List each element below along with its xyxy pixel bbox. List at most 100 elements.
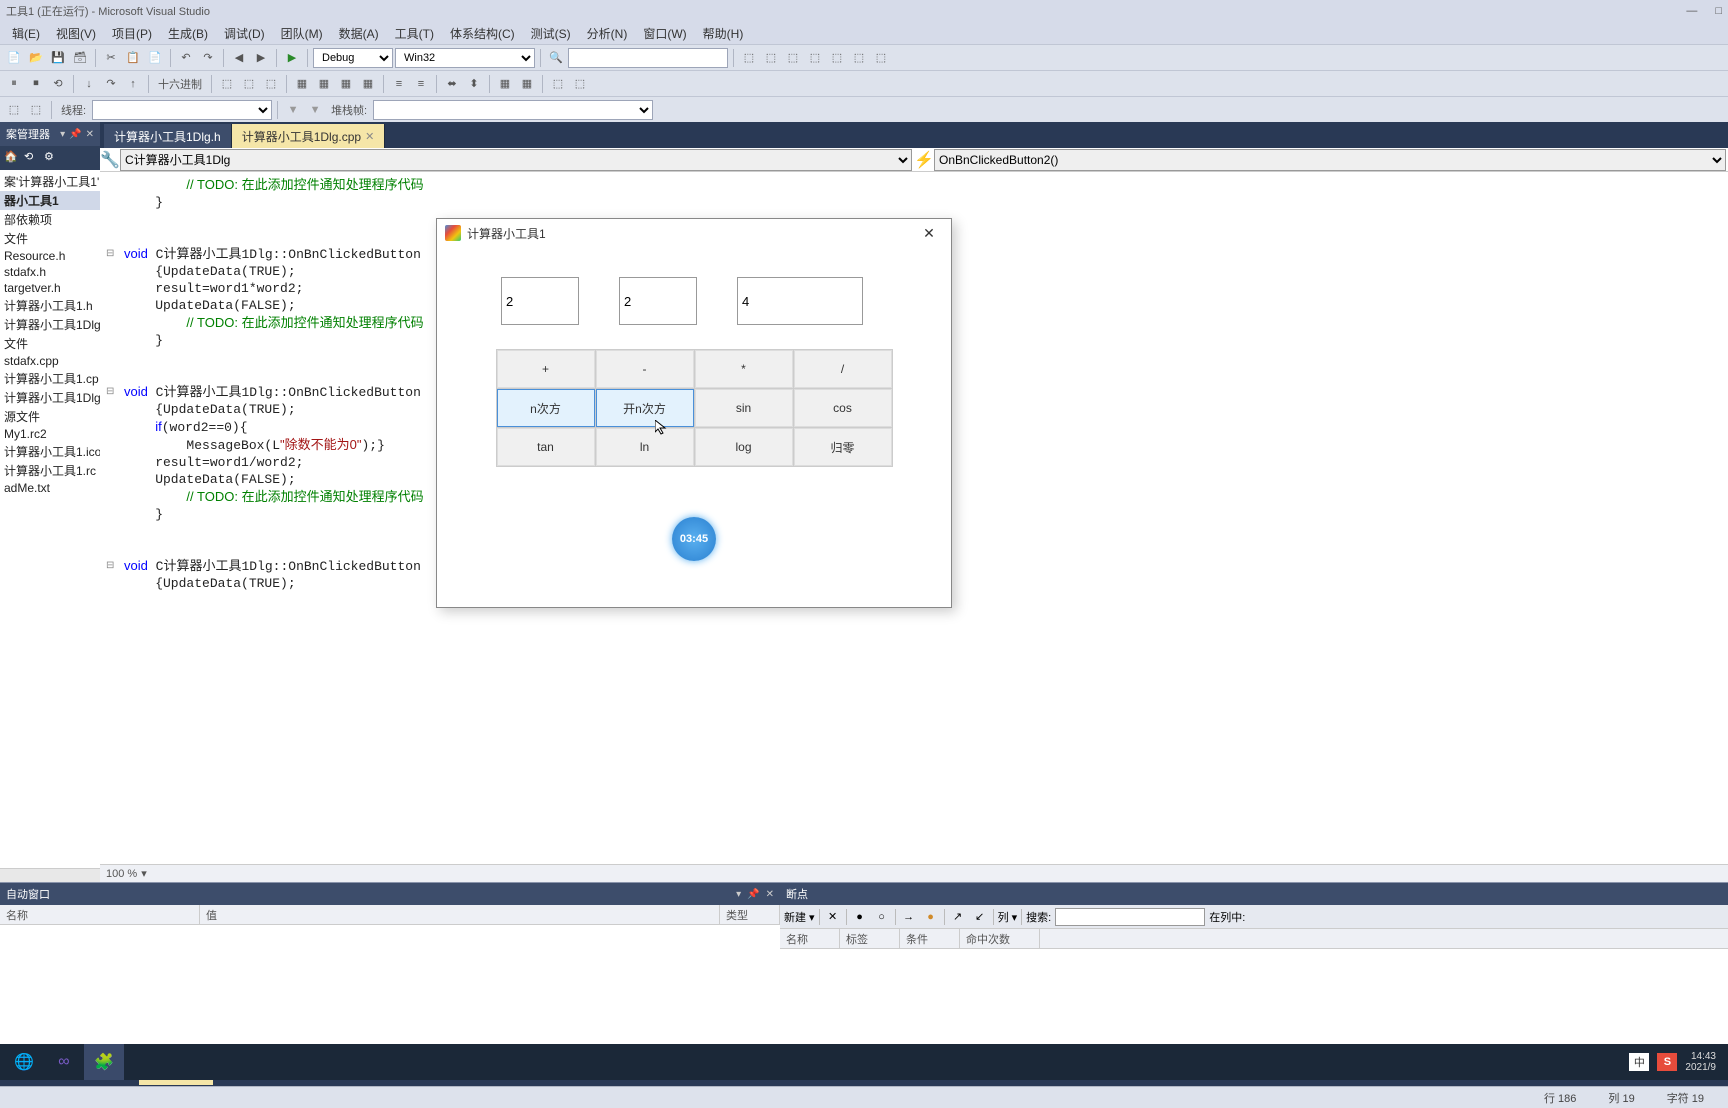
tree-item[interactable]: 源文件 (0, 407, 100, 426)
menu-item[interactable]: 数据(A) (331, 23, 387, 44)
bp-col-name[interactable]: 名称 (780, 929, 840, 948)
bp-disable-icon[interactable]: ○ (873, 908, 891, 926)
operand1-input[interactable] (501, 277, 579, 325)
tree-item[interactable]: 计算器小工具1.rc (0, 461, 100, 480)
props-icon[interactable]: ⚙ (44, 150, 60, 166)
zoom-level[interactable]: 100 % (106, 868, 137, 880)
bp-export-icon[interactable]: ↗ (949, 908, 967, 926)
tree-item[interactable]: 文件 (0, 229, 100, 248)
solution-tree[interactable]: 案'计算器小工具1'(器小工具1部依赖项文件Resource.hstdafx.h… (0, 170, 100, 868)
debug-pause-icon[interactable]: ⏸ (4, 74, 24, 94)
tree-item[interactable]: 计算器小工具1.cp (0, 369, 100, 388)
tab-icon-1[interactable]: ⬚ (548, 74, 568, 94)
layout-icon-4[interactable]: ▦ (358, 74, 378, 94)
tree-item[interactable]: 案'计算器小工具1'( (0, 172, 100, 191)
autos-menu-icon[interactable]: ▾ (736, 889, 741, 900)
bp-col-cond[interactable]: 条件 (900, 929, 960, 948)
op-button-cos[interactable]: cos (794, 389, 892, 427)
tree-scrollbar[interactable] (0, 868, 100, 882)
thread-icon[interactable]: ⬚ (26, 100, 46, 120)
paste-icon[interactable]: 📄 (145, 48, 165, 68)
class-select[interactable]: C计算器小工具1Dlg (120, 149, 912, 171)
layout-icon-1[interactable]: ▦ (292, 74, 312, 94)
menu-item[interactable]: 调试(D) (216, 23, 273, 44)
op-button-*[interactable]: * (695, 350, 793, 388)
layout-icon-3[interactable]: ▦ (336, 74, 356, 94)
app-running-icon[interactable]: 🧩 (84, 1044, 124, 1080)
minimize-button[interactable]: — (1686, 5, 1697, 17)
tree-item[interactable]: 计算器小工具1.h (0, 296, 100, 315)
menu-item[interactable]: 视图(V) (48, 23, 104, 44)
bp-toggle-icon[interactable]: ● (851, 908, 869, 926)
new-project-icon[interactable]: 📄 (4, 48, 24, 68)
proc-icon[interactable]: ⬚ (4, 100, 24, 120)
flag2-icon[interactable]: ▼ (305, 100, 325, 120)
bp-new-button[interactable]: 新建 ▾ (784, 909, 815, 925)
size-icon-2[interactable]: ⬍ (464, 74, 484, 94)
menu-item[interactable]: 工具(T) (387, 23, 442, 44)
op-button-ln[interactable]: ln (596, 428, 694, 466)
vs-icon[interactable]: ∞ (44, 1044, 84, 1080)
tab-close-icon[interactable]: ✕ (365, 130, 374, 143)
tree-item[interactable]: stdafx.h (0, 264, 100, 280)
tb-icon-2[interactable]: ⬚ (761, 48, 781, 68)
autos-close-icon[interactable]: ✕ (766, 889, 774, 900)
redo-icon[interactable]: ↷ (198, 48, 218, 68)
tb-icon-6[interactable]: ⬚ (849, 48, 869, 68)
nav-back-icon[interactable]: ◀ (229, 48, 249, 68)
window-icon-3[interactable]: ⬚ (261, 74, 281, 94)
thread-select[interactable] (92, 100, 272, 120)
step-into-icon[interactable]: ↓ (79, 74, 99, 94)
editor-tab[interactable]: 计算器小工具1Dlg.h (104, 124, 232, 148)
grid-icon-1[interactable]: ▦ (495, 74, 515, 94)
menu-item[interactable]: 测试(S) (523, 23, 579, 44)
menu-item[interactable]: 分析(N) (579, 23, 636, 44)
tree-item[interactable]: targetver.h (0, 280, 100, 296)
menu-item[interactable]: 辑(E) (4, 23, 48, 44)
bp-dis-icon[interactable]: ● (922, 908, 940, 926)
grid-icon-2[interactable]: ▦ (517, 74, 537, 94)
align-icon-2[interactable]: ≡ (411, 74, 431, 94)
menu-item[interactable]: 体系结构(C) (442, 23, 523, 44)
op-button-归零[interactable]: 归零 (794, 428, 892, 466)
op-button-+[interactable]: + (497, 350, 595, 388)
find-icon[interactable]: 🔍 (546, 48, 566, 68)
tree-item[interactable]: My1.rc2 (0, 426, 100, 442)
op-button-开n次方[interactable]: 开n次方 (596, 389, 694, 427)
menu-item[interactable]: 生成(B) (160, 23, 216, 44)
tb-icon-3[interactable]: ⬚ (783, 48, 803, 68)
step-out-icon[interactable]: ↑ (123, 74, 143, 94)
dialog-close-button[interactable]: ✕ (915, 223, 943, 243)
tree-item[interactable]: 计算器小工具1Dlg (0, 388, 100, 407)
tb-icon-7[interactable]: ⬚ (871, 48, 891, 68)
save-all-icon[interactable]: 🗃 (70, 48, 90, 68)
layout-icon-2[interactable]: ▦ (314, 74, 334, 94)
op-button-tan[interactable]: tan (497, 428, 595, 466)
op-button-sin[interactable]: sin (695, 389, 793, 427)
dialog-titlebar[interactable]: 计算器小工具1 ✕ (437, 219, 951, 247)
maximize-button[interactable]: □ (1715, 5, 1722, 17)
window-icon-2[interactable]: ⬚ (239, 74, 259, 94)
quick-search[interactable] (568, 48, 728, 68)
ime-indicator[interactable]: 中 (1629, 1053, 1649, 1071)
tb-icon-4[interactable]: ⬚ (805, 48, 825, 68)
debug-stop-icon[interactable]: ⏹ (26, 74, 46, 94)
copy-icon[interactable]: 📋 (123, 48, 143, 68)
op-button-n次方[interactable]: n次方 (497, 389, 595, 427)
cut-icon[interactable]: ✂ (101, 48, 121, 68)
align-icon-1[interactable]: ≡ (389, 74, 409, 94)
function-select[interactable]: OnBnClickedButton2() (934, 149, 1726, 171)
bp-columns-button[interactable]: 列 ▾ (998, 909, 1018, 925)
config-select[interactable]: Debug (313, 48, 393, 68)
tree-item[interactable]: 部依赖项 (0, 210, 100, 229)
editor-tab[interactable]: 计算器小工具1Dlg.cpp✕ (232, 124, 386, 148)
debug-restart-icon[interactable]: ⟲ (48, 74, 68, 94)
tab-icon-2[interactable]: ⬚ (570, 74, 590, 94)
refresh-icon[interactable]: ⟲ (24, 150, 40, 166)
start-debug-icon[interactable]: ▶ (282, 48, 302, 68)
tb-icon-5[interactable]: ⬚ (827, 48, 847, 68)
open-icon[interactable]: 📂 (26, 48, 46, 68)
platform-select[interactable]: Win32 (395, 48, 535, 68)
autos-col-type[interactable]: 类型 (720, 905, 780, 924)
operand2-input[interactable] (619, 277, 697, 325)
